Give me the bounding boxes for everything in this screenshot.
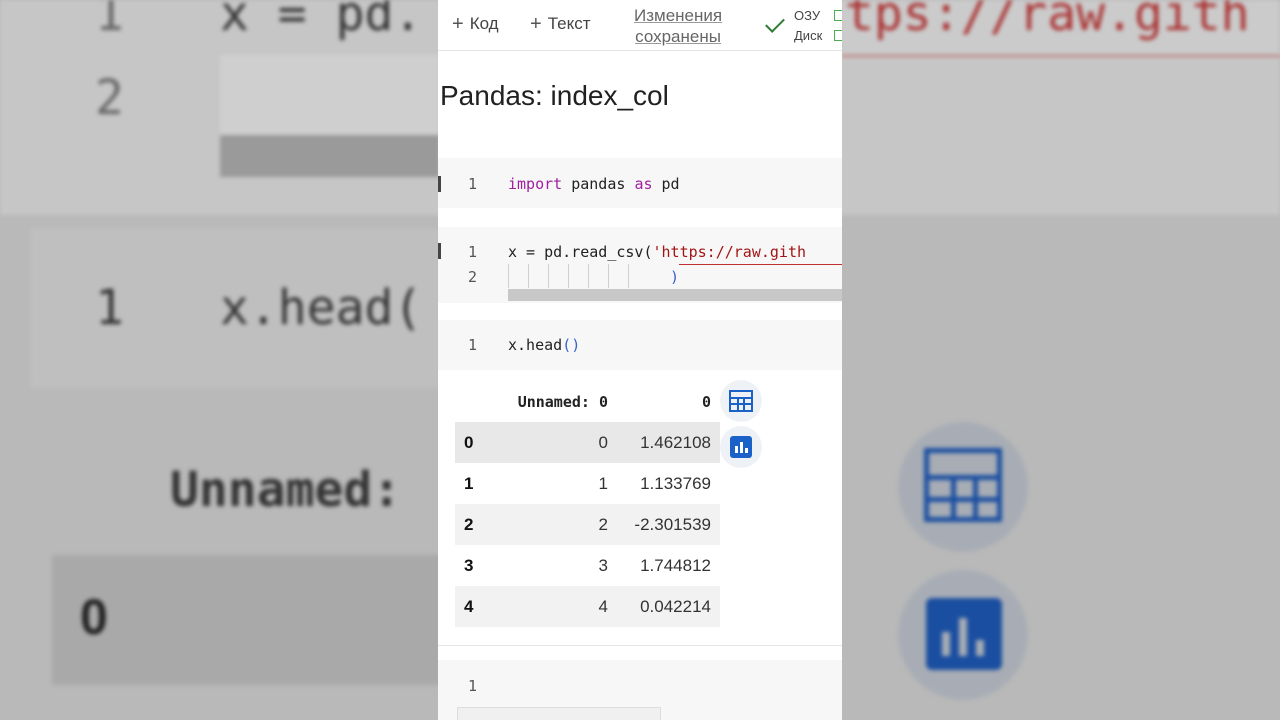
line-number: 2 [468, 268, 478, 286]
bg-line1-code: x = pd. [220, 0, 423, 42]
table-view-icon [729, 390, 753, 412]
bg-chart-icon [926, 598, 1002, 670]
ram-label[interactable]: ОЗУ [794, 8, 820, 23]
bg-row0-index: 0 [80, 589, 108, 645]
table-cell: 1 [598, 473, 608, 493]
bg-scrollbar [220, 135, 440, 177]
table-row[interactable]: 1 1 1.133769 [455, 463, 720, 504]
horizontal-scrollbar[interactable] [508, 289, 842, 301]
bg-indent-guides [220, 55, 440, 135]
column-header: 0 [701, 393, 711, 411]
section-heading: Pandas: index_col [440, 80, 669, 111]
table-view-button[interactable] [720, 380, 762, 422]
indent-guides [508, 264, 648, 288]
save-status-link[interactable]: Изменения сохранены [634, 5, 722, 47]
bg-url-fragment: tps://raw.gith [845, 0, 1250, 42]
table-row[interactable]: 4 4 0.042214 [455, 586, 720, 627]
table-cell: 1.462108 [640, 432, 711, 452]
table-cell: 1.744812 [640, 555, 711, 575]
code-line: x = pd.read_csv('https://raw.gith [508, 243, 807, 261]
bg-table-icon [924, 448, 1002, 522]
code-line: x.head() [508, 336, 581, 354]
column-header: Unnamed: 0 [517, 393, 608, 411]
line-number: 1 [468, 677, 478, 695]
squiggle-underline [679, 264, 842, 265]
checkmark-icon [765, 13, 785, 33]
table-row[interactable]: 0 0 1.462108 [455, 422, 720, 463]
bg-head-code: x.head( [220, 280, 423, 336]
plus-icon: + [452, 13, 464, 35]
line-number: 1 [468, 336, 478, 354]
save-status-line2: сохранены [635, 27, 721, 46]
closing-paren: ) [670, 268, 680, 286]
bg-url-underline [842, 55, 1280, 57]
code-cell-head[interactable]: 1 x.head() [438, 320, 842, 370]
cell-gutter [438, 243, 441, 259]
index-header [455, 382, 503, 422]
row-index: 0 [464, 432, 474, 452]
table-cell: 1.133769 [640, 473, 711, 493]
table-cell: 0.042214 [640, 596, 711, 616]
ram-bar [834, 10, 842, 21]
code-line: import pandas as pd [508, 175, 680, 193]
line-number: 1 [468, 175, 478, 193]
bottom-scrollbar[interactable] [457, 707, 661, 720]
table-cell: 4 [598, 596, 608, 616]
bg-unnamed: Unnamed: [170, 462, 402, 518]
chart-suggest-button[interactable] [720, 426, 762, 468]
cell-output: Unnamed: 0 0 0 0 1.462108 1 1 1.133769 2… [438, 370, 842, 646]
toolbar: + Код + Текст Изменения сохранены ОЗУ Ди… [438, 0, 842, 51]
table-row[interactable]: 2 2 -2.301539 [455, 504, 720, 545]
add-code-button[interactable]: + Код [452, 14, 499, 34]
row-index: 2 [464, 514, 474, 534]
plus-icon: + [530, 13, 542, 35]
row-index: 3 [464, 555, 474, 575]
notebook-panel: + Код + Текст Изменения сохранены ОЗУ Ди… [438, 0, 842, 720]
table-cell: 2 [598, 514, 608, 534]
chart-suggest-icon [730, 436, 752, 458]
bg-line2-num: 2 [95, 70, 124, 126]
save-status-line1: Изменения [634, 6, 723, 25]
bg-head-num: 1 [95, 280, 124, 336]
row-index: 4 [464, 596, 474, 616]
disk-bar [834, 30, 842, 41]
row-index: 1 [464, 473, 474, 493]
table-row[interactable]: 3 3 1.744812 [455, 545, 720, 586]
add-text-label: Текст [547, 14, 591, 33]
bg-line1-num: 1 [95, 0, 124, 42]
disk-label[interactable]: Диск [794, 28, 822, 43]
table-cell: 3 [598, 555, 608, 575]
table-cell: -2.301539 [634, 514, 711, 534]
dataframe-table: Unnamed: 0 0 0 0 1.462108 1 1 1.133769 2… [455, 382, 720, 627]
table-cell: 0 [598, 432, 608, 452]
code-cell-import[interactable]: 1 import pandas as pd [438, 158, 842, 208]
add-text-button[interactable]: + Текст [530, 14, 591, 34]
line-number: 1 [468, 243, 478, 261]
add-code-label: Код [469, 14, 499, 33]
bg-row0 [52, 555, 442, 685]
cell-gutter [438, 176, 441, 192]
